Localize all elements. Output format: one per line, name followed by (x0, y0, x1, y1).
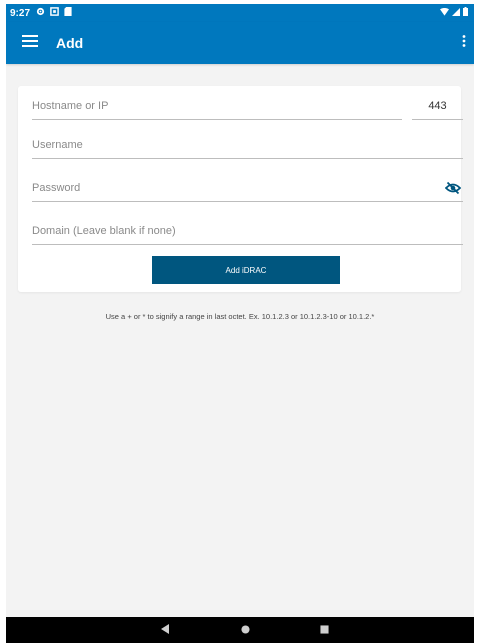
menu-button[interactable] (10, 22, 50, 64)
eye-off-icon (444, 181, 462, 200)
sd-card-icon (64, 7, 72, 19)
domain-field (32, 220, 463, 245)
back-button[interactable] (152, 617, 178, 643)
app-screen: 9:27 Add Hostname or IP 443 Username Dom… (6, 4, 474, 643)
status-bar: 9:27 (6, 4, 474, 22)
username-field (32, 134, 463, 159)
recents-button[interactable] (311, 617, 337, 643)
port-input[interactable] (412, 95, 463, 117)
domain-input[interactable] (32, 220, 463, 242)
home-button[interactable] (232, 617, 258, 643)
home-icon (240, 621, 250, 639)
add-idrac-button[interactable]: Add iDRAC (152, 256, 340, 284)
notification-icon (50, 7, 59, 19)
page-title: Add (56, 35, 84, 51)
add-idrac-form-card: Add iDRAC (18, 86, 463, 292)
more-vert-icon (462, 34, 466, 52)
toggle-password-visibility-button[interactable] (444, 180, 462, 196)
back-icon (161, 621, 169, 639)
recents-icon (319, 621, 329, 639)
hostname-input[interactable] (32, 95, 402, 117)
password-input[interactable] (32, 177, 432, 199)
overflow-menu-button[interactable] (456, 22, 472, 64)
app-bar: Add (6, 22, 474, 64)
port-field (412, 95, 463, 120)
system-nav-bar (6, 617, 474, 643)
range-hint-text: Use a + or * to signify a range in last … (105, 312, 375, 321)
battery-icon (463, 7, 468, 19)
password-field (32, 177, 463, 202)
hamburger-menu-icon (22, 34, 38, 52)
signal-icon (452, 7, 460, 19)
gear-icon (36, 7, 45, 19)
wifi-icon (440, 7, 449, 19)
hostname-field (32, 95, 402, 120)
status-time: 9:27 (10, 7, 31, 19)
username-input[interactable] (32, 134, 463, 156)
